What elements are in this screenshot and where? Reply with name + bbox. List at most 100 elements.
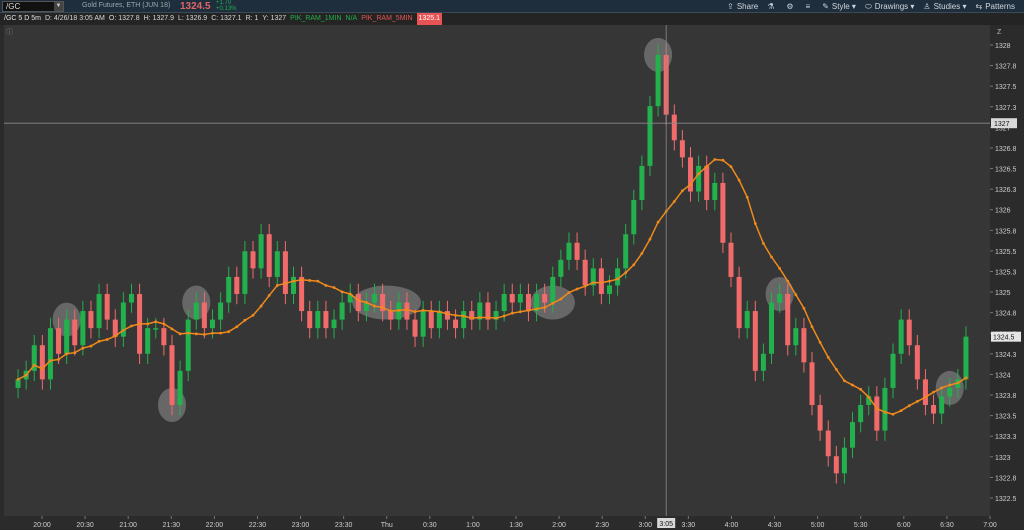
moving-average-dot <box>899 409 903 413</box>
y-tick-label: 1327.3 <box>995 105 1017 112</box>
candle-body <box>153 328 159 330</box>
candle-body <box>825 430 831 457</box>
candle-body <box>258 234 264 269</box>
moving-average-dot <box>251 313 255 317</box>
moving-average-dot <box>470 316 474 320</box>
moving-average-dot <box>81 346 85 350</box>
x-tick-label: 1:30 <box>509 522 523 529</box>
moving-average-dot <box>284 281 287 285</box>
candle-body <box>809 362 815 405</box>
moving-average-dot <box>259 304 263 308</box>
candle-body <box>777 293 783 303</box>
candle-body <box>355 293 361 312</box>
y-tick-label: 1323.3 <box>995 434 1017 441</box>
candle-body <box>444 311 450 320</box>
candle-body <box>728 242 734 277</box>
x-tick-label: 2:30 <box>595 522 609 529</box>
moving-average-dot <box>810 325 814 329</box>
x-tick-label: 5:00 <box>811 522 825 529</box>
candle-body <box>315 311 321 329</box>
candle-body <box>226 276 232 303</box>
moving-average-dot <box>535 307 538 311</box>
moving-average-dot <box>348 292 352 296</box>
candle-body <box>744 311 750 329</box>
moving-average-dot <box>907 404 911 408</box>
y-tick-label: 1325.3 <box>995 270 1017 277</box>
moving-average-dot <box>891 412 895 416</box>
moving-average-dot <box>381 306 385 309</box>
x-tick-label: 20:00 <box>33 522 51 529</box>
moving-average-dot <box>89 344 93 348</box>
moving-average-dot <box>697 172 700 176</box>
moving-average-dot <box>389 309 393 313</box>
x-tick-label: 21:30 <box>163 522 181 529</box>
moving-average-dot <box>883 410 887 414</box>
moving-average-dot <box>964 376 968 380</box>
moving-average-dot <box>599 281 603 284</box>
moving-average-dot <box>316 279 320 283</box>
candle-body <box>161 328 167 346</box>
moving-average-dot <box>227 330 231 334</box>
candle-body <box>850 422 856 448</box>
candle-body <box>736 276 742 329</box>
y-tick-label: 1325.5 <box>995 249 1017 256</box>
candle-body <box>752 311 758 371</box>
candle-body <box>517 293 523 303</box>
candle-body <box>874 396 880 431</box>
moving-average-dot <box>356 298 360 302</box>
candle-body <box>404 302 410 320</box>
candle-body <box>72 319 78 346</box>
moving-average-dot <box>324 284 328 287</box>
candle-body <box>898 319 904 354</box>
moving-average-dot <box>97 339 101 343</box>
moving-average-dot <box>705 165 709 169</box>
y-tick-label: 1327.8 <box>995 64 1017 71</box>
moving-average-dot <box>924 395 927 399</box>
moving-average-dot <box>332 286 336 289</box>
x-tick-label: 5:30 <box>854 522 868 529</box>
moving-average-dot <box>843 379 846 383</box>
moving-average-dot <box>932 390 935 394</box>
candle-body <box>582 259 588 286</box>
candle-body <box>558 259 564 277</box>
y-tick-label: 1326.5 <box>995 167 1017 174</box>
candle-body <box>177 370 183 405</box>
moving-average-dot <box>243 318 247 322</box>
moving-average-dot <box>65 352 69 356</box>
moving-average-dot <box>16 377 20 381</box>
moving-average-dot <box>648 237 652 241</box>
moving-average-dot <box>737 178 741 182</box>
candle-body <box>542 293 548 303</box>
candle-body <box>566 242 572 260</box>
candle-body <box>290 276 297 294</box>
candle-body <box>250 251 256 269</box>
x-tick-label: 23:30 <box>335 522 353 529</box>
moving-average-dot <box>40 367 44 371</box>
moving-average-dot <box>49 359 52 362</box>
moving-average-dot <box>154 320 158 324</box>
moving-average-dot <box>32 363 36 367</box>
moving-average-dot <box>462 314 466 318</box>
candle-body <box>56 328 62 354</box>
current-price-label: 1324.5 <box>993 335 1015 342</box>
x-tick-label: 6:00 <box>897 522 911 529</box>
x-tick-label: 1:00 <box>466 522 480 529</box>
y-tick-label: 1328 <box>995 43 1011 50</box>
moving-average-dot <box>365 301 368 304</box>
moving-average-dot <box>397 308 401 312</box>
highlight-ellipse <box>352 285 421 320</box>
moving-average-dot <box>867 395 871 399</box>
moving-average-dot <box>689 182 692 186</box>
candle-body <box>760 353 766 371</box>
candle-body <box>922 379 928 405</box>
candle-body <box>550 276 556 303</box>
moving-average-dot <box>680 189 684 193</box>
moving-average-dot <box>446 312 449 316</box>
candle-body <box>939 396 945 414</box>
price-chart[interactable]: 1328 1327.8 1327.5 1327.3 1327 1326.8 1326.5 13… <box>0 0 1024 530</box>
moving-average-dot <box>948 383 952 387</box>
moving-average-dot <box>875 407 879 410</box>
candle-body <box>639 165 645 201</box>
candle-body <box>201 302 207 329</box>
moving-average-dot <box>656 220 660 224</box>
